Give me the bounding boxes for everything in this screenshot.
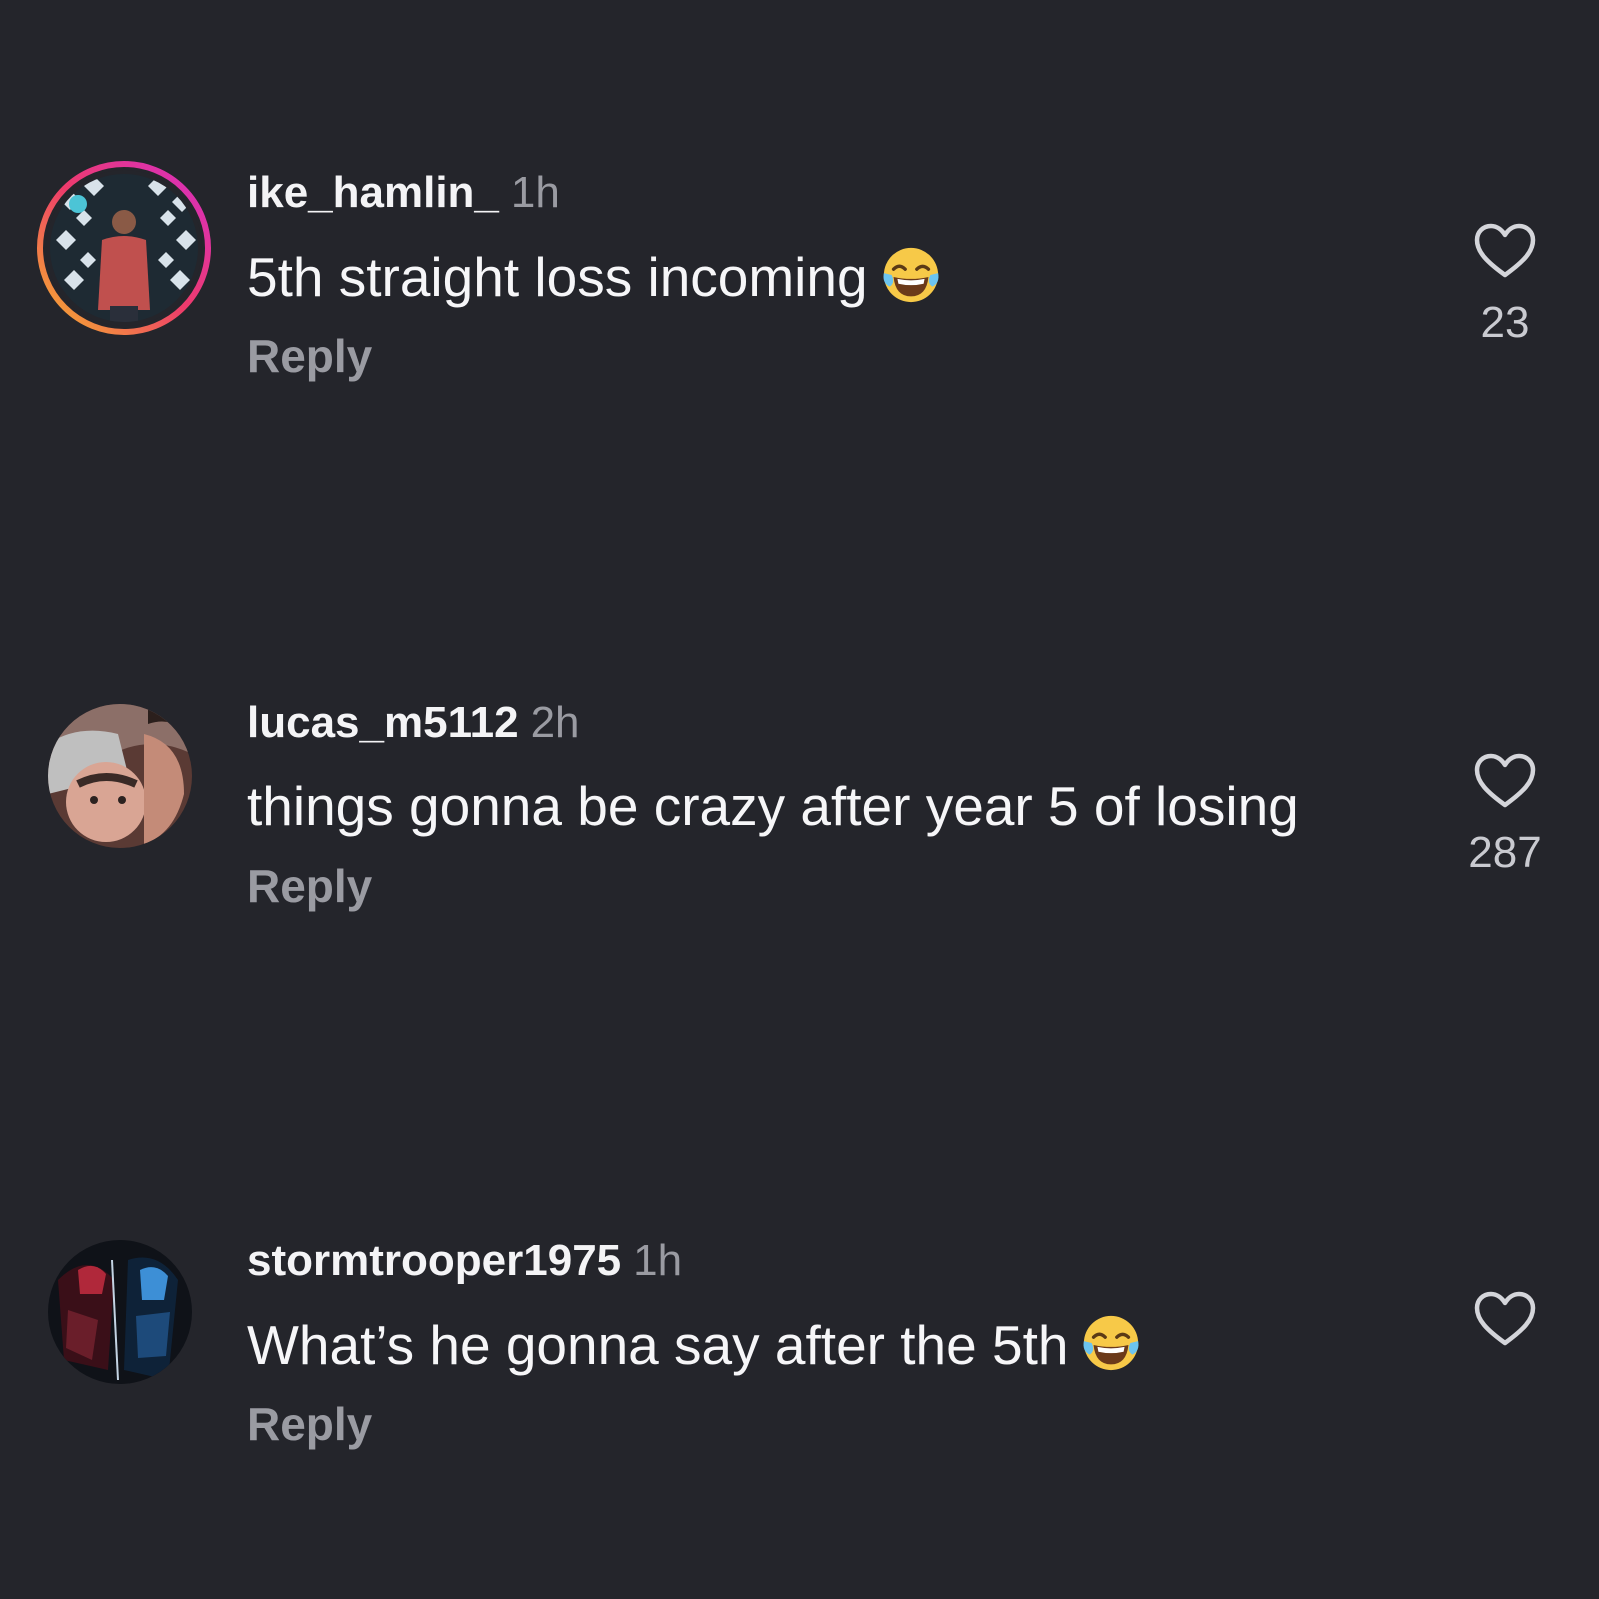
avatar-image xyxy=(37,161,211,335)
comment-text: 5th straight loss incoming xyxy=(247,244,942,309)
comment-body: 5th straight loss incoming xyxy=(247,246,868,308)
username[interactable]: stormtrooper1975 xyxy=(247,1236,621,1285)
comment-meta: stormtrooper1975 1h xyxy=(247,1236,682,1286)
face-with-tears-of-joy-icon xyxy=(880,244,942,306)
avatar[interactable] xyxy=(36,160,212,336)
comment-text: things gonna be crazy after year 5 of lo… xyxy=(247,774,1299,838)
timestamp: 2h xyxy=(530,698,580,747)
comment-body: things gonna be crazy after year 5 of lo… xyxy=(247,775,1299,837)
reply-button[interactable]: Reply xyxy=(247,1396,372,1452)
comment-item: lucas_m5112 2h things gonna be crazy afte… xyxy=(0,680,1599,920)
heart-outline-icon[interactable] xyxy=(1473,1290,1537,1348)
username[interactable]: ike_hamlin_ xyxy=(247,168,499,217)
like-count: 23 xyxy=(1480,298,1530,347)
like-button[interactable]: 287 xyxy=(1462,752,1548,878)
like-count: 287 xyxy=(1468,828,1542,877)
timestamp: 1h xyxy=(633,1236,683,1285)
avatar-image xyxy=(48,704,192,848)
heart-outline-icon[interactable] xyxy=(1473,222,1537,280)
avatar[interactable] xyxy=(48,704,192,848)
like-button[interactable] xyxy=(1462,1290,1548,1366)
comment-meta: lucas_m5112 2h xyxy=(247,698,580,748)
avatar[interactable] xyxy=(48,1240,192,1384)
comment-meta: ike_hamlin_ 1h xyxy=(247,168,560,218)
comment-text: What’s he gonna say after the 5th xyxy=(247,1312,1142,1377)
comment-item: ike_hamlin_ 1h 5th straight loss incoming… xyxy=(0,150,1599,390)
reply-button[interactable]: Reply xyxy=(247,858,372,914)
comment-item: stormtrooper1975 1h What’s he gonna say a… xyxy=(0,1218,1599,1458)
username[interactable]: lucas_m5112 xyxy=(247,698,519,747)
timestamp: 1h xyxy=(510,168,560,217)
avatar-image xyxy=(48,1240,192,1384)
comment-body: What’s he gonna say after the 5th xyxy=(247,1314,1069,1376)
reply-button[interactable]: Reply xyxy=(247,328,372,384)
face-with-tears-of-joy-icon xyxy=(1080,1312,1142,1374)
heart-outline-icon[interactable] xyxy=(1473,752,1537,810)
like-button[interactable]: 23 xyxy=(1462,222,1548,348)
